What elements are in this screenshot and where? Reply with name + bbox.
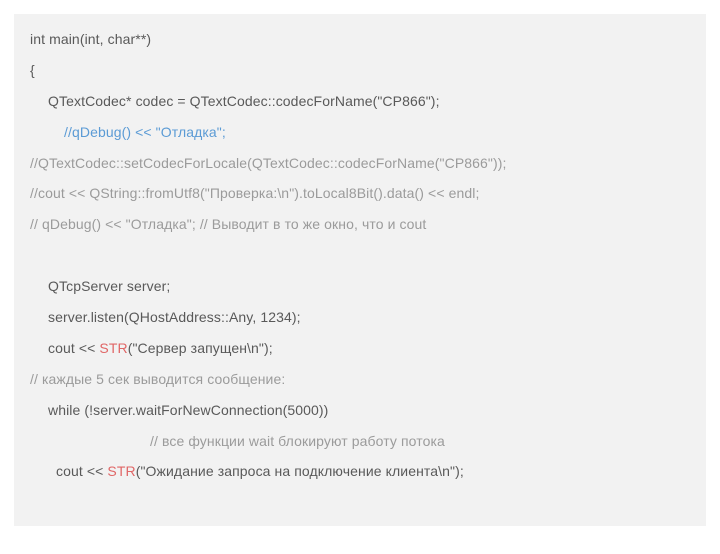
code-line-cout-waiting: cout << STR("Ожидание запроса на подключ… xyxy=(30,464,690,479)
code-line-brace-open: { xyxy=(30,63,690,78)
code-frag-cout2: cout << xyxy=(56,463,107,479)
code-line-cout-comment: //cout << QString::fromUtf8("Проверка:\n… xyxy=(30,186,690,201)
code-line-while: while (!server.waitForNewConnection(5000… xyxy=(30,403,690,418)
code-line-server-listen: server.listen(QHostAddress::Any, 1234); xyxy=(30,310,690,325)
code-line-setcodec-comment: //QTextCodec::setCodecForLocale(QTextCod… xyxy=(30,156,690,171)
code-panel: int main(int, char**) { QTextCodec* code… xyxy=(14,14,706,526)
code-frag-tail2: ("Ожидание запроса на подключение клиент… xyxy=(136,463,464,479)
code-line-server-decl: QTcpServer server; xyxy=(30,279,690,294)
code-line-qdebug-comment: //qDebug() << "Отладка"; xyxy=(30,125,690,140)
code-frag-str2: STR xyxy=(107,463,135,479)
code-frag-str1: STR xyxy=(99,340,127,356)
code-frag-tail1: ("Сервер запущен\n"); xyxy=(128,340,273,356)
code-frag-cout1: cout << xyxy=(48,340,99,356)
code-line-waitblock-comment: // все функции wait блокируют работу пот… xyxy=(30,434,690,449)
code-line-main: int main(int, char**) xyxy=(30,32,690,47)
code-line-blank xyxy=(30,248,690,263)
code-line-codec: QTextCodec* codec = QTextCodec::codecFor… xyxy=(30,94,690,109)
code-line-qdebug2-comment: // qDebug() << "Отладка"; // Выводит в т… xyxy=(30,217,690,232)
code-line-cout-started: cout << STR("Сервер запущен\n"); xyxy=(30,341,690,356)
code-line-every5sec-comment: // каждые 5 сек выводится сообщение: xyxy=(30,372,690,387)
